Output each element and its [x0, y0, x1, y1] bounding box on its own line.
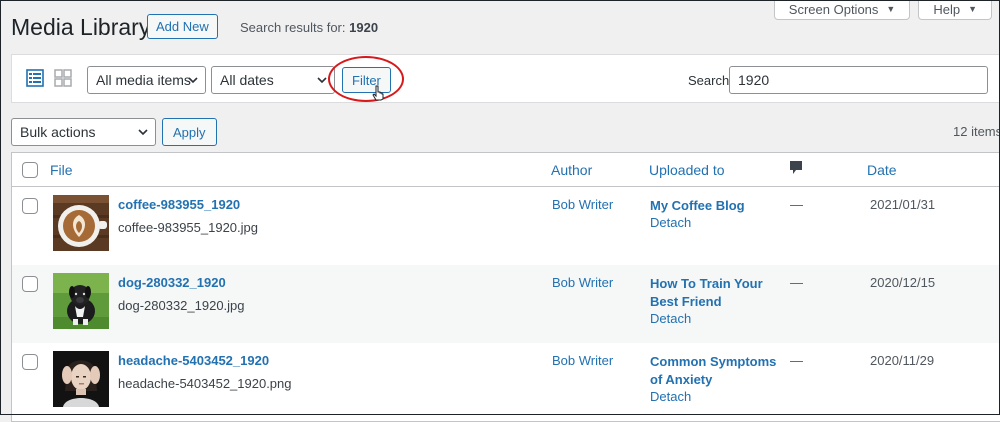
- caret-down-icon: ▼: [886, 4, 896, 14]
- table-row: headache-5403452_1920 headache-5403452_1…: [12, 343, 1000, 421]
- apply-button[interactable]: Apply: [162, 118, 217, 146]
- author-link[interactable]: Bob Writer: [552, 275, 613, 290]
- dog-thumbnail-image: [53, 273, 109, 329]
- media-date: 2020/12/15: [870, 275, 936, 290]
- table-row: coffee-983955_1920 coffee-983955_1920.jp…: [12, 187, 1000, 265]
- coffee-thumbnail-image: [53, 195, 109, 251]
- help-label: Help: [933, 1, 961, 17]
- column-author[interactable]: Author: [551, 162, 592, 178]
- bulk-actions-select[interactable]: Bulk actions: [11, 118, 156, 146]
- row-checkbox[interactable]: [22, 198, 38, 214]
- table-header: File Author Uploaded to Date: [12, 153, 1000, 187]
- hand-cursor-icon: [372, 85, 384, 101]
- search-results-prefix: Search results for:: [240, 20, 346, 35]
- headache-thumbnail-image: [53, 351, 109, 407]
- comment-count: —: [790, 275, 803, 290]
- column-date[interactable]: Date: [867, 162, 897, 178]
- chevron-down-icon: [317, 77, 327, 84]
- comment-icon[interactable]: [789, 160, 803, 176]
- author-link[interactable]: Bob Writer: [552, 197, 613, 212]
- comment-count: —: [790, 353, 803, 368]
- detach-link[interactable]: Detach: [650, 389, 691, 404]
- dates-value: All dates: [220, 72, 274, 88]
- dog-thumbnail[interactable]: [53, 273, 109, 329]
- media-table: File Author Uploaded to Date coffee-9839…: [11, 152, 1000, 422]
- grid-view-icon[interactable]: [54, 69, 72, 87]
- screen-options-tab[interactable]: Screen Options ▼: [773, 0, 911, 20]
- detach-link[interactable]: Detach: [650, 311, 691, 326]
- search-results-query: 1920: [349, 20, 379, 35]
- page-title: Media Library: [11, 14, 151, 40]
- media-type-value: All media items: [96, 72, 191, 88]
- items-count: 12 items: [953, 124, 1000, 139]
- add-new-button[interactable]: Add New: [147, 14, 218, 39]
- media-date: 2021/01/31: [870, 197, 936, 212]
- uploaded-to-link[interactable]: How To Train Your Best Friend: [650, 275, 785, 311]
- detach-link[interactable]: Detach: [650, 215, 691, 230]
- media-date: 2020/11/29: [870, 353, 935, 368]
- chevron-down-icon: [138, 129, 148, 136]
- caret-down-icon: ▼: [968, 4, 977, 14]
- media-type-select[interactable]: All media items: [87, 66, 206, 94]
- media-search-input[interactable]: 1920: [729, 66, 988, 94]
- chevron-down-icon: [188, 77, 198, 84]
- list-view-icon[interactable]: [26, 69, 44, 87]
- column-file[interactable]: File: [50, 162, 73, 178]
- row-checkbox[interactable]: [22, 276, 38, 292]
- select-all-checkbox[interactable]: [22, 162, 38, 178]
- coffee-thumbnail[interactable]: [53, 195, 109, 251]
- screen-meta-links: Screen Options ▼ Help ▼: [773, 0, 992, 20]
- uploaded-to-link[interactable]: My Coffee Blog: [650, 197, 785, 215]
- author-link[interactable]: Bob Writer: [552, 353, 613, 368]
- media-filename: coffee-983955_1920.jpg: [118, 220, 258, 235]
- comment-count: —: [790, 197, 803, 212]
- column-uploaded-to[interactable]: Uploaded to: [649, 162, 725, 178]
- help-tab[interactable]: Help ▼: [918, 0, 992, 20]
- media-title-link[interactable]: dog-280332_1920: [118, 275, 226, 290]
- search-label: Search: [688, 73, 730, 88]
- bulk-actions-value: Bulk actions: [20, 124, 96, 140]
- uploaded-to-link[interactable]: Common Symptoms of Anxiety: [650, 353, 785, 389]
- media-filename: headache-5403452_1920.png: [118, 376, 292, 391]
- search-results-subtitle: Search results for: 1920: [240, 20, 378, 35]
- dates-select[interactable]: All dates: [211, 66, 335, 94]
- row-checkbox[interactable]: [22, 354, 38, 370]
- media-filename: dog-280332_1920.jpg: [118, 298, 245, 313]
- media-title-link[interactable]: coffee-983955_1920: [118, 197, 240, 212]
- screen-options-label: Screen Options: [788, 1, 879, 17]
- headache-thumbnail[interactable]: [53, 351, 109, 407]
- media-title-link[interactable]: headache-5403452_1920: [118, 353, 269, 368]
- media-filter-bar: All media items All dates Filter Search …: [11, 54, 1000, 103]
- table-row: dog-280332_1920 dog-280332_1920.jpg Bob …: [12, 265, 1000, 343]
